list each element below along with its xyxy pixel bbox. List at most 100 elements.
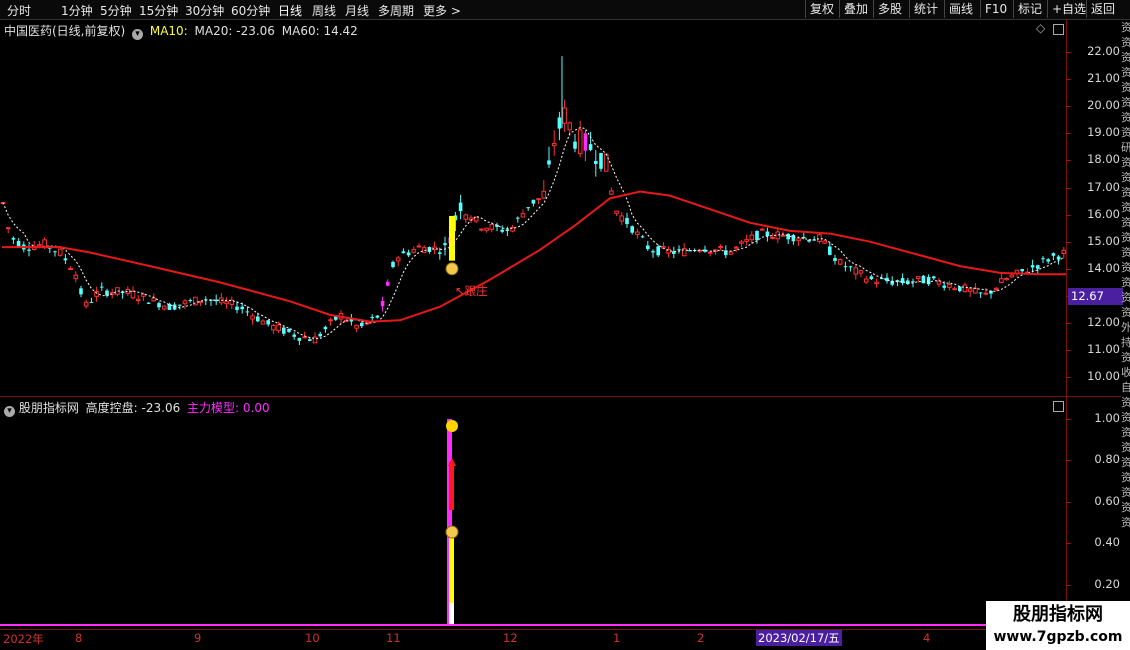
candle-body	[962, 284, 968, 293]
candle-body	[443, 243, 447, 246]
current-price-box: 12.67	[1068, 288, 1123, 305]
y-tick-label: 22.00	[1087, 44, 1120, 58]
y-tick-label: 17.00	[1087, 179, 1120, 194]
candle-body	[27, 249, 31, 251]
y-tick-mark	[1066, 160, 1071, 162]
y-tick-mark	[1066, 241, 1071, 243]
indicator-settings-icon[interactable]: ▾	[4, 406, 15, 417]
candle-body	[401, 251, 406, 254]
candle-body	[463, 214, 469, 220]
follow-annotation: ↖跟庄	[455, 284, 488, 298]
candle-body	[391, 261, 395, 268]
candle-body	[188, 299, 192, 301]
panel-divider	[0, 396, 1121, 397]
candle-body	[646, 245, 650, 250]
candle-body	[651, 251, 655, 253]
money-bag-icon	[445, 262, 459, 276]
candle-body	[999, 278, 1004, 283]
candle-body	[630, 226, 634, 233]
candle-body	[198, 300, 203, 304]
candle-body	[516, 217, 520, 219]
candle-body	[775, 231, 781, 240]
y-tick-label: 11.00	[1087, 342, 1120, 357]
y-tick-mark	[1066, 323, 1071, 324]
candle-body	[869, 276, 874, 280]
indicator-y-tick-label: 1.00	[1094, 411, 1120, 425]
candle-body	[271, 324, 276, 331]
candle-body	[635, 231, 640, 235]
x-label: 11	[386, 631, 401, 645]
y-tick-label: 15.00	[1087, 233, 1120, 248]
indicator-y-tick-label: 0.80	[1094, 452, 1120, 467]
candle-body	[541, 190, 547, 199]
indicator-expand-icon[interactable]	[1053, 401, 1064, 412]
candle-body	[926, 277, 931, 285]
y-axis-line	[1066, 20, 1067, 630]
indicator-y-tick-label: 0.20	[1094, 576, 1120, 591]
x-label: 2022年	[3, 632, 44, 646]
candle-body	[911, 281, 915, 283]
candle-body	[967, 288, 973, 292]
y-tick-mark	[1066, 52, 1071, 53]
candle-body	[276, 324, 281, 332]
candle-body	[848, 266, 853, 268]
candle-body	[843, 266, 848, 268]
candle-body	[733, 246, 739, 249]
candle-body	[386, 281, 390, 286]
candle-body	[178, 304, 182, 306]
candle-body	[1009, 274, 1015, 278]
candle-body	[260, 320, 266, 325]
candle-body	[292, 334, 296, 337]
candle-body	[828, 246, 832, 255]
candle-body	[287, 328, 291, 332]
candle-body	[354, 324, 359, 329]
candle-body	[282, 327, 286, 334]
candle-body	[318, 333, 322, 337]
candle-body	[573, 141, 577, 149]
candle-body	[609, 190, 614, 195]
candle-body	[146, 302, 151, 304]
candle-body	[983, 292, 989, 295]
candle-body	[235, 306, 239, 311]
candle-body	[458, 202, 463, 212]
candle-body	[640, 236, 645, 238]
indicator-red-bar	[449, 462, 454, 510]
x-label: 1	[613, 631, 621, 645]
candle-body	[266, 320, 270, 325]
candle-body	[551, 143, 557, 147]
candle-body	[759, 228, 765, 231]
candle-body	[380, 300, 385, 307]
candle-body	[536, 198, 541, 201]
candle-body	[1046, 259, 1050, 262]
candle-body	[308, 339, 312, 341]
candle-body	[68, 268, 73, 271]
candle-body	[531, 199, 536, 204]
y-tick-mark	[1066, 350, 1071, 352]
indicator-y-tick-mark	[1066, 584, 1071, 586]
candle-body	[520, 213, 526, 218]
y-tick-mark	[1066, 214, 1071, 216]
candle-body	[484, 227, 489, 231]
candle-body	[130, 290, 136, 299]
candle-body	[89, 302, 94, 304]
indicator-y-tick-mark	[1066, 419, 1071, 420]
candle-body	[749, 234, 755, 241]
candle-body	[79, 288, 83, 295]
candle-body	[770, 236, 775, 240]
candle-body	[416, 245, 422, 248]
candle-body	[1036, 265, 1040, 269]
right-info-strip[interactable]: 资资资资资资资资研资资资资资资资资资资资外持资收自资资资资资资资资资	[1121, 20, 1130, 650]
candle-body	[120, 291, 125, 294]
candle-body	[932, 276, 936, 279]
candle-body	[625, 217, 629, 225]
candle-body	[489, 224, 495, 230]
candle-body	[588, 144, 593, 150]
candle-body	[479, 228, 484, 231]
candle-body	[256, 316, 260, 322]
indicator-y-tick-mark	[1066, 460, 1071, 462]
candle-body	[619, 215, 625, 222]
candle-body	[942, 285, 946, 288]
candle-body	[328, 319, 333, 322]
smiley-icon	[446, 420, 458, 432]
x-label: 4	[923, 631, 931, 645]
